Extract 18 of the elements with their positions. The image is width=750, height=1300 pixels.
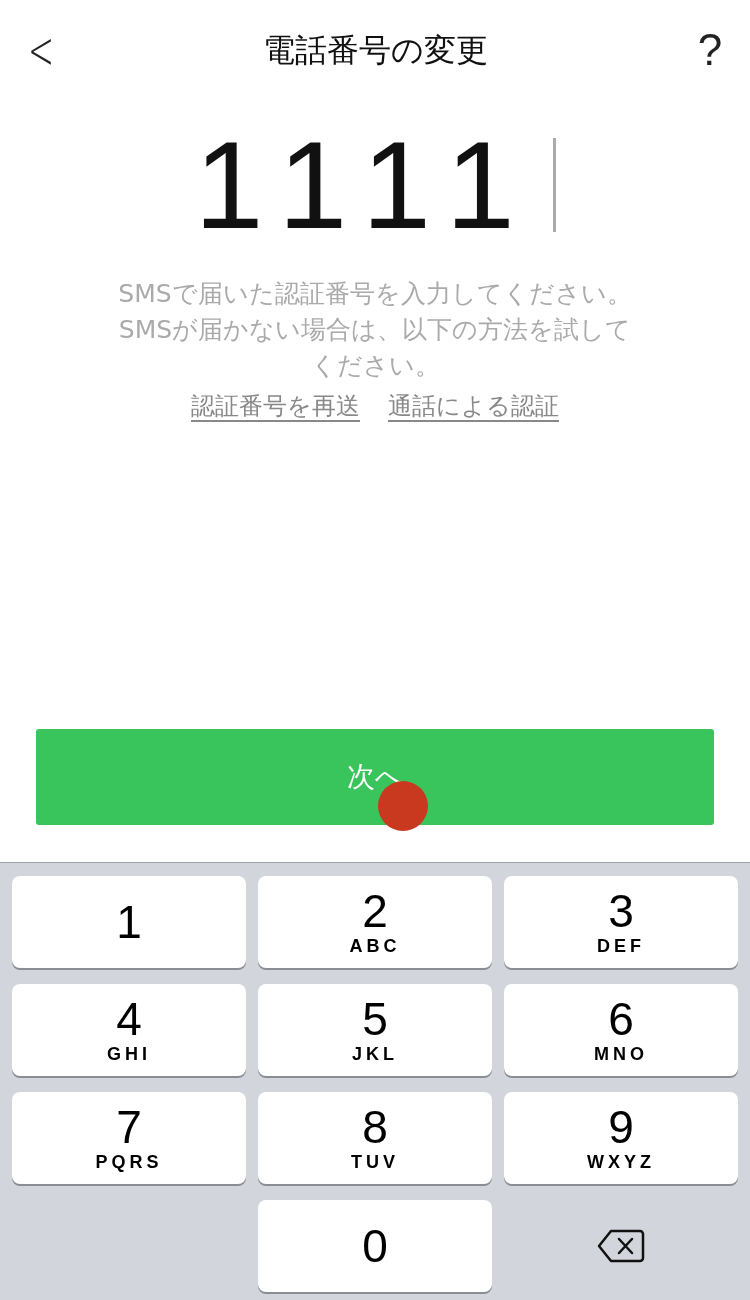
back-button[interactable]: < — [28, 24, 52, 76]
keypad-key[interactable]: 8 TUV — [258, 1092, 492, 1184]
keypad-key[interactable]: 1 — [12, 876, 246, 968]
link[interactable]: 認証番号を再送 — [191, 388, 360, 424]
help-button[interactable]: ? — [690, 28, 730, 72]
keypad-key[interactable]: 5 JKL — [258, 984, 492, 1076]
keypad-key[interactable]: 6 MNO — [504, 984, 738, 1076]
keypad-key[interactable]: 7 PQRS — [12, 1092, 246, 1184]
backspace-icon — [597, 1229, 645, 1263]
keypad-key[interactable]: 9 WXYZ — [504, 1092, 738, 1184]
keypad-key[interactable]: 4 GHI — [12, 984, 246, 1076]
keypad-key[interactable]: 2 ABC — [258, 876, 492, 968]
screen-title: 電話番号の変更 — [262, 30, 488, 71]
link[interactable]: 通話による認証 — [388, 388, 559, 424]
instruction-text: SMSで届いた認証番号を入力してください。SMSが届かない場合は、以下の方法を試してください。 — [117, 278, 633, 382]
keypad-key[interactable]: 0 — [258, 1200, 492, 1292]
code-field[interactable]: 1111 — [194, 123, 556, 247]
keypad-key[interactable]: 3 DEF — [504, 876, 738, 968]
